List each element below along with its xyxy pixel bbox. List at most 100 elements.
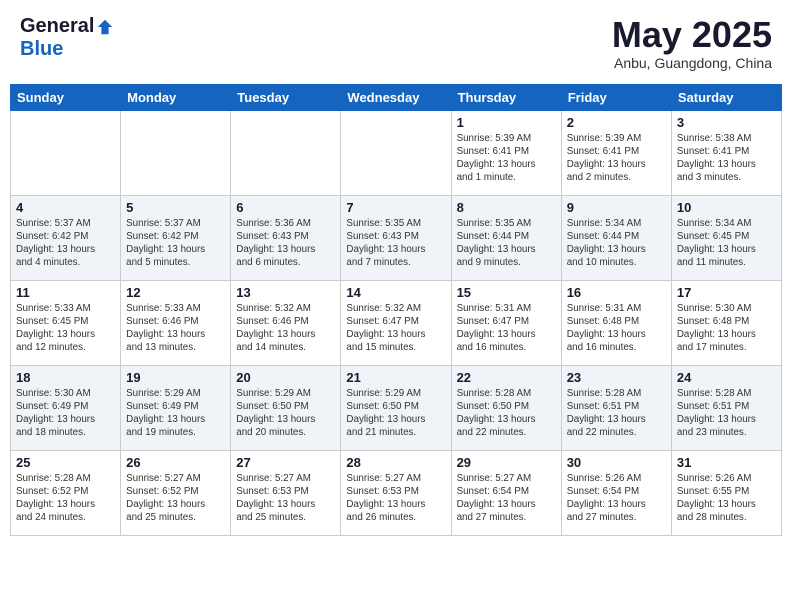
day-number: 5	[126, 200, 225, 215]
day-info: Sunrise: 5:28 AM Sunset: 6:52 PM Dayligh…	[16, 472, 115, 525]
day-number: 13	[236, 285, 335, 300]
calendar-day-cell: 13 Sunrise: 5:32 AM Sunset: 6:46 PM Dayli…	[231, 280, 341, 365]
day-info: Sunrise: 5:28 AM Sunset: 6:50 PM Dayligh…	[457, 387, 556, 440]
day-info: Sunrise: 5:31 AM Sunset: 6:47 PM Dayligh…	[457, 302, 556, 355]
day-info: Sunrise: 5:35 AM Sunset: 6:44 PM Dayligh…	[457, 217, 556, 270]
day-number: 25	[16, 455, 115, 470]
day-number: 21	[346, 370, 445, 385]
calendar-day-cell: 20Sunrise: 5:29 AM Sunset: 6:50 PM Dayli…	[231, 365, 341, 450]
logo: General Blue	[20, 15, 114, 61]
calendar-day-cell: 22Sunrise: 5:28 AM Sunset: 6:50 PM Dayli…	[451, 365, 561, 450]
day-number: 26	[126, 455, 225, 470]
day-info: Sunrise: 5:32 AM Sunset: 6:47 PM Dayligh…	[346, 302, 445, 355]
day-info: Sunrise: 5:37 AM Sunset: 6:42 PM Dayligh…	[126, 217, 225, 270]
calendar-day-cell: 12 Sunrise: 5:33 AM Sunset: 6:46 PM Dayli…	[121, 280, 231, 365]
calendar-week-row: 1 Sunrise: 5:39 AM Sunset: 6:41 PM Daylig…	[11, 110, 782, 195]
weekday-header: Sunday	[11, 84, 121, 110]
day-info: Sunrise: 5:33 AM Sunset: 6:46 PM Dayligh…	[126, 302, 225, 355]
day-info: Sunrise: 5:27 AM Sunset: 6:53 PM Dayligh…	[236, 472, 335, 525]
day-number: 27	[236, 455, 335, 470]
calendar-day-cell: 25 Sunrise: 5:28 AM Sunset: 6:52 PM Dayli…	[11, 450, 121, 535]
day-number: 28	[346, 455, 445, 470]
day-number: 8	[457, 200, 556, 215]
weekday-header: Tuesday	[231, 84, 341, 110]
calendar-day-cell: 14 Sunrise: 5:32 AM Sunset: 6:47 PM Dayli…	[341, 280, 451, 365]
day-number: 31	[677, 455, 776, 470]
logo-general-text: General	[20, 15, 94, 38]
day-number: 11	[16, 285, 115, 300]
calendar-day-cell: 7Sunrise: 5:35 AM Sunset: 6:43 PM Daylig…	[341, 195, 451, 280]
calendar-week-row: 11 Sunrise: 5:33 AM Sunset: 6:45 PM Dayli…	[11, 280, 782, 365]
calendar-day-cell: 27 Sunrise: 5:27 AM Sunset: 6:53 PM Dayli…	[231, 450, 341, 535]
calendar-week-row: 25 Sunrise: 5:28 AM Sunset: 6:52 PM Dayli…	[11, 450, 782, 535]
day-number: 23	[567, 370, 666, 385]
calendar-day-cell	[231, 110, 341, 195]
calendar-week-row: 18Sunrise: 5:30 AM Sunset: 6:49 PM Dayli…	[11, 365, 782, 450]
day-number: 12	[126, 285, 225, 300]
calendar-day-cell: 10 Sunrise: 5:34 AM Sunset: 6:45 PM Dayli…	[671, 195, 781, 280]
day-number: 2	[567, 115, 666, 130]
day-info: Sunrise: 5:26 AM Sunset: 6:54 PM Dayligh…	[567, 472, 666, 525]
calendar-day-cell: 31 Sunrise: 5:26 AM Sunset: 6:55 PM Dayli…	[671, 450, 781, 535]
calendar-day-cell: 30Sunrise: 5:26 AM Sunset: 6:54 PM Dayli…	[561, 450, 671, 535]
calendar-day-cell: 24Sunrise: 5:28 AM Sunset: 6:51 PM Dayli…	[671, 365, 781, 450]
calendar-day-cell: 16 Sunrise: 5:31 AM Sunset: 6:48 PM Dayli…	[561, 280, 671, 365]
calendar-day-cell: 2Sunrise: 5:39 AM Sunset: 6:41 PM Daylig…	[561, 110, 671, 195]
day-info: Sunrise: 5:29 AM Sunset: 6:50 PM Dayligh…	[346, 387, 445, 440]
day-info: Sunrise: 5:34 AM Sunset: 6:44 PM Dayligh…	[567, 217, 666, 270]
day-info: Sunrise: 5:27 AM Sunset: 6:54 PM Dayligh…	[457, 472, 556, 525]
day-info: Sunrise: 5:37 AM Sunset: 6:42 PM Dayligh…	[16, 217, 115, 270]
calendar-day-cell	[11, 110, 121, 195]
day-info: Sunrise: 5:26 AM Sunset: 6:55 PM Dayligh…	[677, 472, 776, 525]
calendar-day-cell: 9 Sunrise: 5:34 AM Sunset: 6:44 PM Daylig…	[561, 195, 671, 280]
day-number: 4	[16, 200, 115, 215]
weekday-header: Thursday	[451, 84, 561, 110]
calendar-table: SundayMondayTuesdayWednesdayThursdayFrid…	[10, 84, 782, 536]
calendar-day-cell: 21 Sunrise: 5:29 AM Sunset: 6:50 PM Dayli…	[341, 365, 451, 450]
location: Anbu, Guangdong, China	[612, 55, 772, 71]
calendar-day-cell: 18Sunrise: 5:30 AM Sunset: 6:49 PM Dayli…	[11, 365, 121, 450]
day-number: 29	[457, 455, 556, 470]
day-number: 15	[457, 285, 556, 300]
calendar-day-cell: 28 Sunrise: 5:27 AM Sunset: 6:53 PM Dayli…	[341, 450, 451, 535]
weekday-header: Saturday	[671, 84, 781, 110]
day-info: Sunrise: 5:32 AM Sunset: 6:46 PM Dayligh…	[236, 302, 335, 355]
month-title: May 2025	[612, 15, 772, 55]
calendar-day-cell	[341, 110, 451, 195]
day-info: Sunrise: 5:27 AM Sunset: 6:53 PM Dayligh…	[346, 472, 445, 525]
day-number: 10	[677, 200, 776, 215]
calendar-day-cell: 23 Sunrise: 5:28 AM Sunset: 6:51 PM Dayli…	[561, 365, 671, 450]
calendar-day-cell: 11 Sunrise: 5:33 AM Sunset: 6:45 PM Dayli…	[11, 280, 121, 365]
logo-blue-text: Blue	[20, 38, 63, 61]
day-info: Sunrise: 5:29 AM Sunset: 6:50 PM Dayligh…	[236, 387, 335, 440]
calendar-day-cell: 4 Sunrise: 5:37 AM Sunset: 6:42 PM Daylig…	[11, 195, 121, 280]
day-info: Sunrise: 5:35 AM Sunset: 6:43 PM Dayligh…	[346, 217, 445, 270]
day-number: 14	[346, 285, 445, 300]
day-info: Sunrise: 5:34 AM Sunset: 6:45 PM Dayligh…	[677, 217, 776, 270]
logo-icon	[96, 18, 114, 36]
day-info: Sunrise: 5:29 AM Sunset: 6:49 PM Dayligh…	[126, 387, 225, 440]
calendar-day-cell: 5 Sunrise: 5:37 AM Sunset: 6:42 PM Daylig…	[121, 195, 231, 280]
calendar-day-cell: 26 Sunrise: 5:27 AM Sunset: 6:52 PM Dayli…	[121, 450, 231, 535]
day-number: 18	[16, 370, 115, 385]
day-number: 17	[677, 285, 776, 300]
calendar-day-cell: 17Sunrise: 5:30 AM Sunset: 6:48 PM Dayli…	[671, 280, 781, 365]
calendar-day-cell: 8 Sunrise: 5:35 AM Sunset: 6:44 PM Daylig…	[451, 195, 561, 280]
day-info: Sunrise: 5:38 AM Sunset: 6:41 PM Dayligh…	[677, 132, 776, 185]
day-info: Sunrise: 5:39 AM Sunset: 6:41 PM Dayligh…	[457, 132, 556, 185]
day-info: Sunrise: 5:33 AM Sunset: 6:45 PM Dayligh…	[16, 302, 115, 355]
day-number: 9	[567, 200, 666, 215]
calendar-day-cell: 29 Sunrise: 5:27 AM Sunset: 6:54 PM Dayli…	[451, 450, 561, 535]
day-info: Sunrise: 5:28 AM Sunset: 6:51 PM Dayligh…	[567, 387, 666, 440]
day-number: 1	[457, 115, 556, 130]
weekday-header: Wednesday	[341, 84, 451, 110]
day-info: Sunrise: 5:31 AM Sunset: 6:48 PM Dayligh…	[567, 302, 666, 355]
day-number: 16	[567, 285, 666, 300]
calendar-day-cell	[121, 110, 231, 195]
weekday-header: Friday	[561, 84, 671, 110]
calendar-day-cell: 6Sunrise: 5:36 AM Sunset: 6:43 PM Daylig…	[231, 195, 341, 280]
calendar-day-cell: 19Sunrise: 5:29 AM Sunset: 6:49 PM Dayli…	[121, 365, 231, 450]
calendar-day-cell: 3Sunrise: 5:38 AM Sunset: 6:41 PM Daylig…	[671, 110, 781, 195]
day-info: Sunrise: 5:27 AM Sunset: 6:52 PM Dayligh…	[126, 472, 225, 525]
day-number: 24	[677, 370, 776, 385]
